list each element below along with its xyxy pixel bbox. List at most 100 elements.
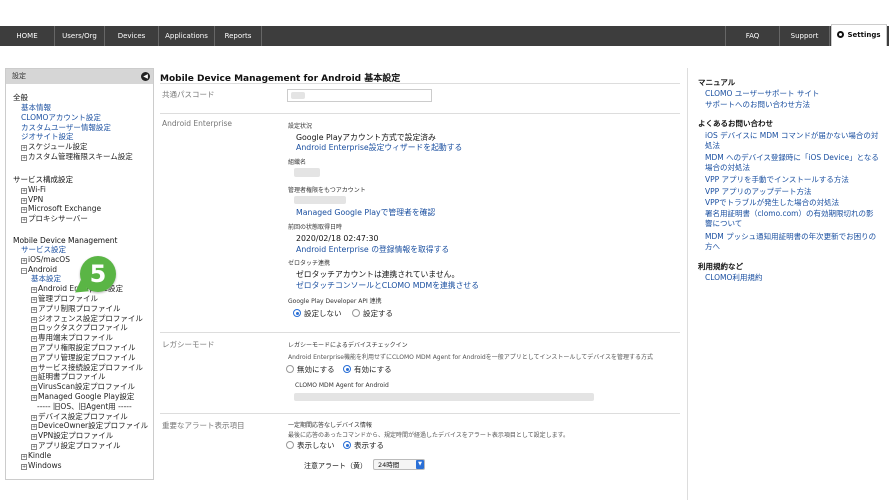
sidebar-item-management-profile[interactable]: + 管理プロファイル	[31, 294, 153, 304]
sidebar-item-service-connection[interactable]: + サービス接続設定プロファイル	[31, 363, 153, 373]
radio-icon	[286, 441, 294, 449]
sidebar-item-dedicated-device[interactable]: + 専用端末プロファイル	[31, 333, 153, 343]
tab-support[interactable]: Support	[780, 26, 830, 46]
android-enterprise-label: Android Enterprise	[162, 119, 232, 128]
faq-link-1[interactable]: iOS デバイスに MDM コマンドが届かない場合の対処法	[705, 131, 880, 151]
masked-value	[291, 92, 305, 99]
alert-on-radio[interactable]: 表示する	[343, 440, 384, 451]
terms-heading: 利用規約など	[698, 262, 743, 271]
radio-icon	[352, 309, 360, 317]
collapse-icon: −	[21, 267, 27, 274]
admin-account-label: 管理者権限をもつアカウント	[288, 187, 366, 194]
sidebar-item-app-restriction[interactable]: + アプリ制限プロファイル	[31, 304, 153, 314]
expand-icon: +	[31, 355, 37, 362]
expand-icon: +	[31, 394, 37, 401]
radio-selected-icon	[343, 365, 351, 373]
zero-touch-status: ゼロタッチアカウントは連携されていません。	[296, 270, 460, 279]
sidebar-item-device-settings[interactable]: + デバイス設定プロファイル	[31, 412, 153, 422]
sidebar-section-general: 全般	[13, 93, 28, 102]
sidebar-item-kindle[interactable]: + Kindle	[21, 451, 153, 461]
legacy-on-radio[interactable]: 有効にする	[343, 364, 392, 375]
sidebar-item-exchange[interactable]: + Microsoft Exchange	[21, 204, 153, 214]
tab-home[interactable]: HOME	[0, 26, 55, 46]
gp-dev-api-on-radio[interactable]: 設定する	[352, 308, 393, 319]
sidebar-item-managed-google-play[interactable]: + Managed Google Play設定	[31, 392, 153, 402]
faq-link-4[interactable]: VPP アプリのアップデート方法	[705, 187, 880, 197]
sidebar-item-deviceowner[interactable]: + DeviceOwner設定プロファイル	[31, 421, 153, 431]
expand-icon: +	[31, 385, 37, 392]
faq-link-5[interactable]: VPPでトラブルが発生した場合の対処法	[705, 198, 880, 208]
alert-description: 最後に応答のあったコマンドから、規定時間が経過したデバイスをアラート表示項目とし…	[288, 432, 570, 439]
sidebar-item-vpn-profile[interactable]: + VPN設定プロファイル	[31, 431, 153, 441]
sidebar-item-custom-user-info[interactable]: カスタムユーザー情報設定	[21, 123, 153, 133]
sidebar-item-clomo-account[interactable]: CLOMOアカウント設定	[21, 113, 153, 123]
expand-icon: +	[31, 434, 37, 441]
masked-value	[294, 168, 320, 177]
setting-status-label: 設定状況	[288, 123, 313, 130]
sidebar-item-proxy[interactable]: + プロキシサーバー	[21, 214, 153, 224]
expand-icon: +	[21, 154, 27, 161]
caution-alert-select[interactable]: 24時間 ▼	[373, 459, 425, 470]
gear-icon	[837, 31, 845, 38]
sidebar-item-schedule[interactable]: + スケジュール設定	[21, 142, 153, 152]
legacy-description: Android Enterprise機能を利用せずにCLOMO MDM Agen…	[288, 354, 654, 361]
collapse-left-icon[interactable]: ◀	[141, 72, 150, 81]
ae-wizard-link[interactable]: Android Enterprise設定ウィザードを起動する	[296, 142, 462, 153]
sidebar-item-service-settings[interactable]: サービス設定	[21, 245, 153, 255]
zero-touch-link[interactable]: ゼロタッチコンソールとCLOMO MDMを連携させる	[296, 280, 479, 291]
faq-link-3[interactable]: VPP アプリを手動でインストールする方法	[705, 175, 880, 185]
faq-link-7[interactable]: MDM プッシュ通知用証明書の年次更新でお困りの方へ	[705, 232, 880, 252]
manual-link-support-site[interactable]: CLOMO ユーザーサポート サイト	[705, 89, 880, 99]
manual-link-contact[interactable]: サポートへのお問い合わせ方法	[705, 100, 880, 110]
sidebar-item-app-management[interactable]: + アプリ管理設定プロファイル	[31, 353, 153, 363]
expand-icon: +	[21, 463, 27, 470]
tab-applications[interactable]: Applications	[159, 26, 215, 46]
expand-icon: +	[31, 316, 37, 323]
tab-devices[interactable]: Devices	[105, 26, 159, 46]
expand-icon: +	[31, 306, 37, 313]
expand-icon: +	[21, 187, 27, 194]
faq-link-6[interactable]: 署名用証明書（clomo.com）の有効期限切れの影響について	[705, 209, 880, 229]
expand-icon: +	[31, 296, 37, 303]
tab-users-org[interactable]: Users/Org	[55, 26, 105, 46]
divider	[160, 83, 680, 84]
expand-icon: +	[31, 326, 37, 333]
divider	[160, 332, 680, 333]
sidebar-item-custom-permission[interactable]: + カスタム管理権限スキーム設定	[21, 152, 153, 162]
tab-reports[interactable]: Reports	[215, 26, 262, 46]
terms-link[interactable]: CLOMO利用規約	[705, 273, 880, 283]
tab-settings[interactable]: Settings	[831, 24, 887, 46]
expand-icon: +	[21, 453, 27, 460]
sidebar-item-virusscan[interactable]: + VirusScan設定プロファイル	[31, 382, 153, 392]
legacy-title: レガシーモードによるデバイスチェックイン	[288, 342, 408, 349]
mgp-admin-link[interactable]: Managed Google Playで管理者を確認	[296, 207, 435, 218]
sidebar-item-wifi[interactable]: + Wi-Fi	[21, 185, 153, 195]
fetch-registration-link[interactable]: Android Enterprise の登録情報を取得する	[296, 244, 449, 255]
alert-off-radio[interactable]: 表示しない	[286, 440, 335, 451]
sidebar-item-geofence[interactable]: + ジオフェンス設定プロファイル	[31, 314, 153, 324]
alert-title: 一定期間応答なしデバイス情報	[288, 422, 372, 429]
manual-heading: マニュアル	[698, 78, 736, 87]
passcode-input[interactable]	[287, 89, 432, 102]
sidebar-item-basic-info[interactable]: 基本情報	[21, 103, 153, 113]
main-content: Mobile Device Management for Android 基本設…	[160, 68, 680, 500]
faq-link-2[interactable]: MDM へのデバイス登録時に「iOS Device」となる場合の対処法	[705, 153, 880, 173]
sidebar-item-lock-task[interactable]: + ロックタスクプロファイル	[31, 323, 153, 333]
sidebar-item-vpn[interactable]: + VPN	[21, 195, 153, 205]
passcode-label: 共通パスコード	[162, 90, 215, 99]
sidebar-item-windows[interactable]: + Windows	[21, 461, 153, 471]
legacy-off-radio[interactable]: 無効にする	[286, 364, 335, 375]
sidebar-item-certificate[interactable]: + 証明書プロファイル	[31, 372, 153, 382]
expand-icon: +	[21, 217, 27, 224]
expand-icon: +	[21, 145, 27, 152]
gp-dev-api-off-radio[interactable]: 設定しない	[293, 308, 342, 319]
tab-faq[interactable]: FAQ	[725, 26, 780, 46]
zero-touch-label: ゼロタッチ連携	[288, 260, 331, 267]
expand-icon: +	[21, 207, 27, 214]
caution-alert-label: 注意アラート（黄）	[304, 462, 367, 470]
gp-dev-api-label: Google Play Developer API 連携	[288, 298, 382, 305]
sidebar-item-app-settings[interactable]: + アプリ設定プロファイル	[31, 441, 153, 451]
radio-selected-icon	[293, 309, 301, 317]
sidebar-item-app-permission[interactable]: + アプリ権限設定プロファイル	[31, 343, 153, 353]
sidebar-item-geosite[interactable]: ジオサイト設定	[21, 132, 153, 142]
